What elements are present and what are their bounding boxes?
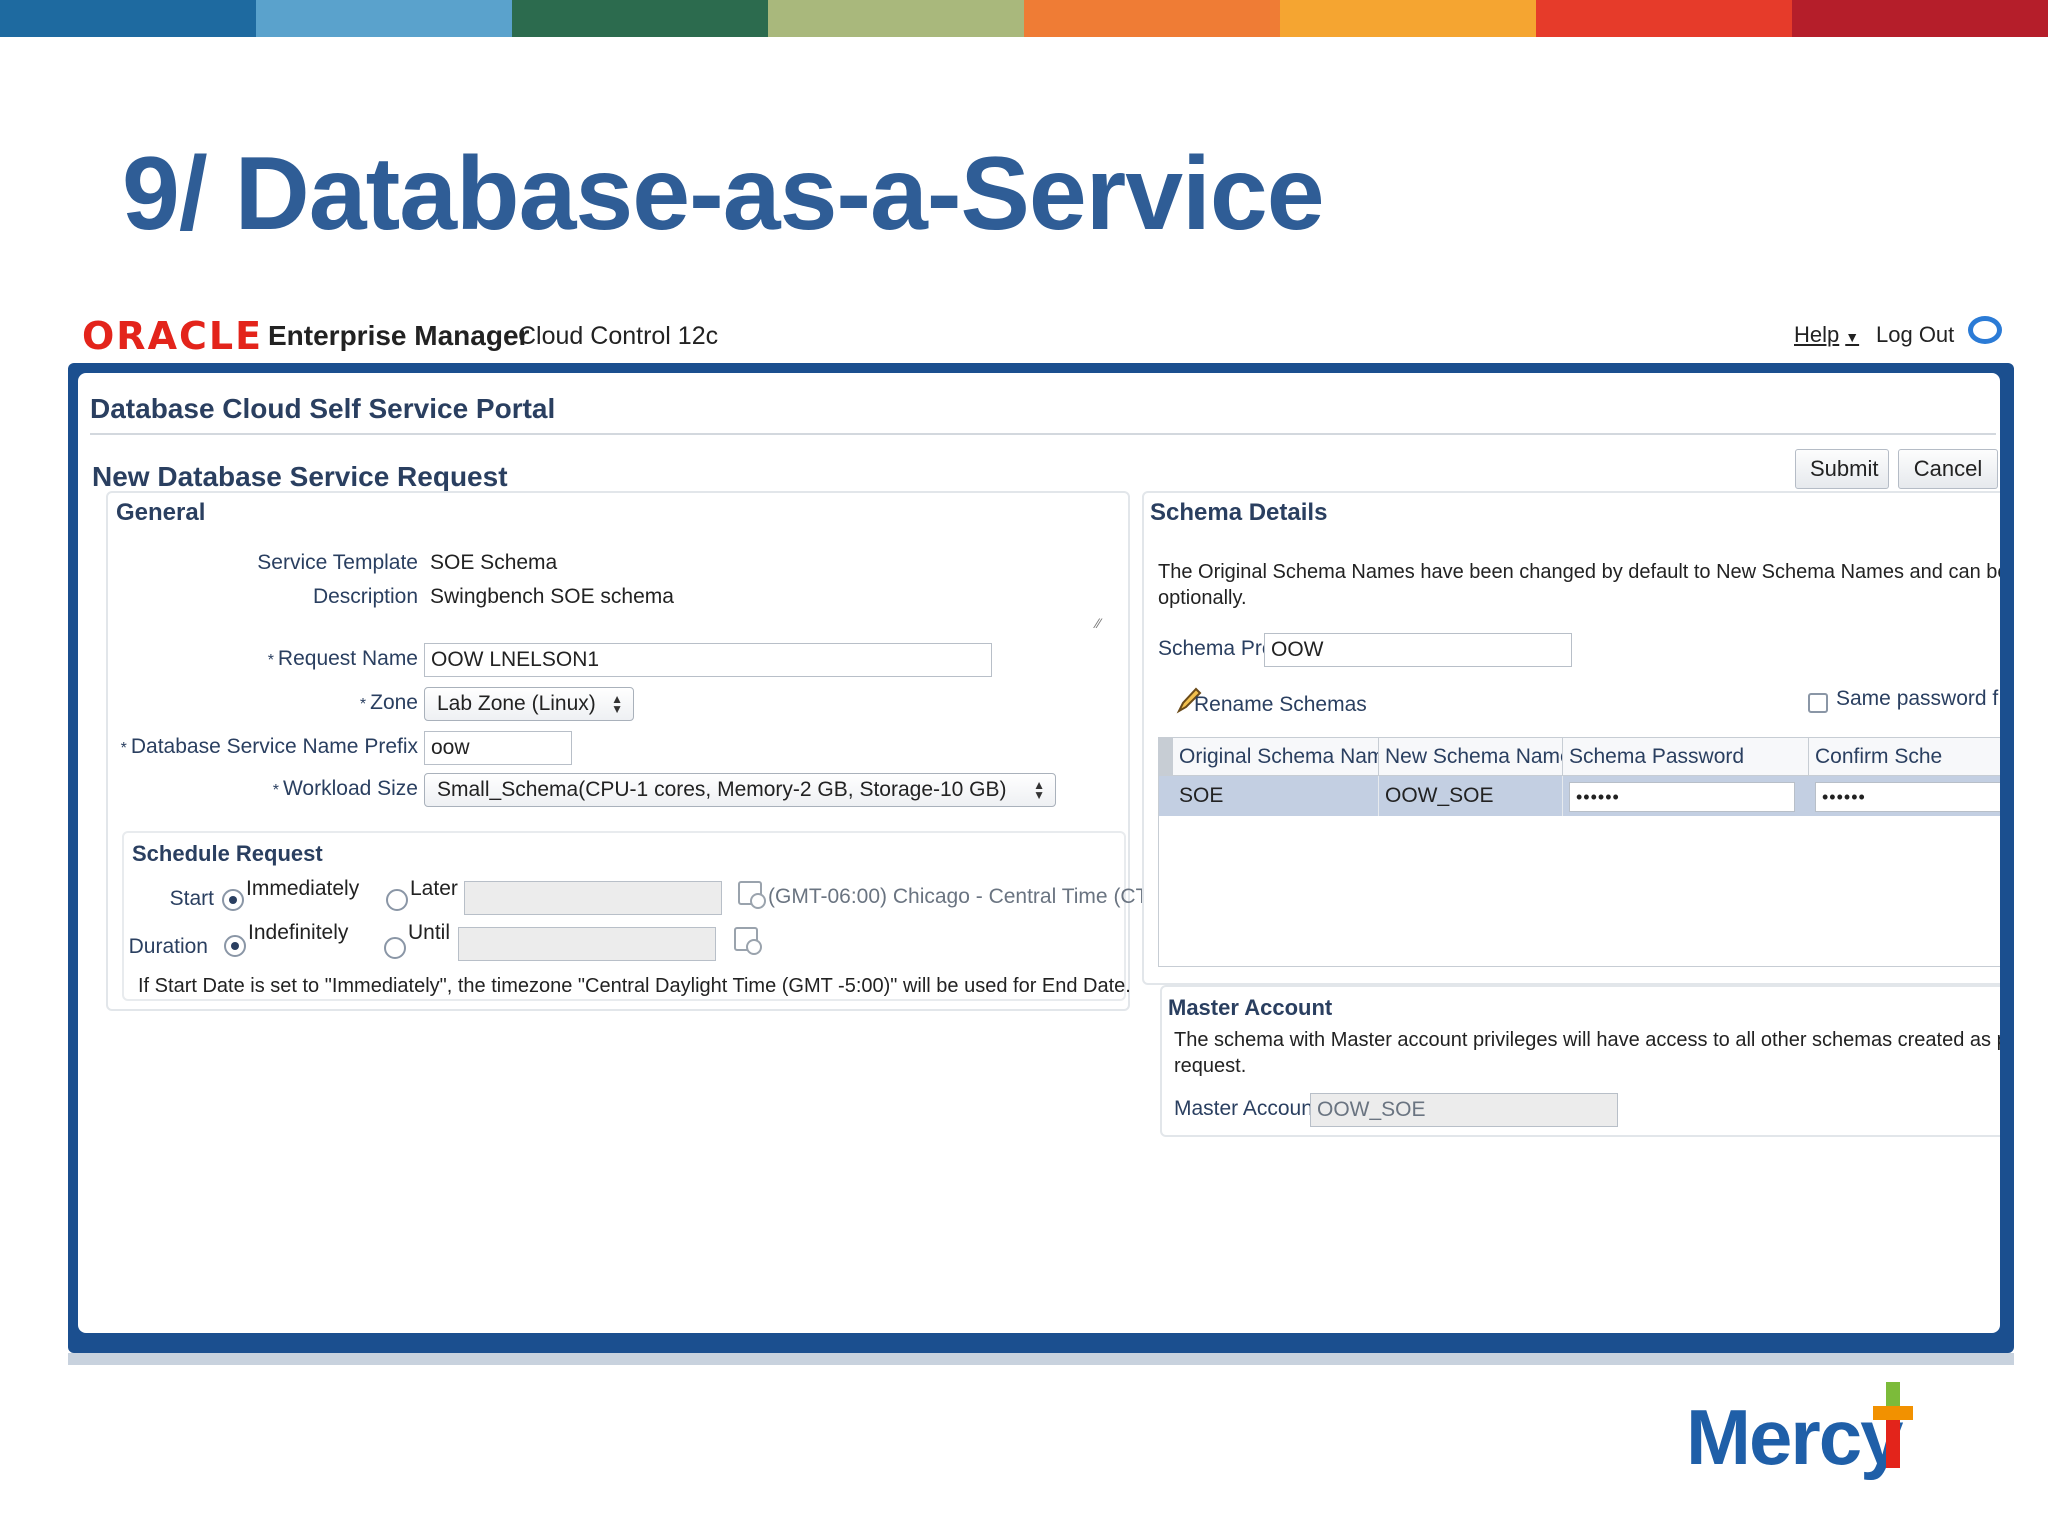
- color-segment: [1024, 0, 1280, 37]
- new-schema-cell[interactable]: OOW_SOE: [1379, 776, 1563, 816]
- original-schema-cell: SOE: [1173, 776, 1379, 816]
- indefinitely-label: Indefinitely: [248, 921, 349, 944]
- schema-prefix-input[interactable]: OOW: [1264, 633, 1572, 667]
- submit-button[interactable]: Submit: [1795, 449, 1889, 489]
- frame-shadow: [68, 1353, 2014, 1365]
- schema-info-line1: The Original Schema Names have been chan…: [1158, 561, 2000, 583]
- master-info-line1: The schema with Master account privilege…: [1174, 1029, 2000, 1051]
- select-arrows-icon: ▲ ▼: [1033, 778, 1045, 802]
- mercy-logo: Mercy: [1686, 1382, 1946, 1492]
- select-arrows-icon: ▲ ▼: [611, 692, 623, 716]
- end-date-input[interactable]: [458, 927, 716, 961]
- description-label: Description: [312, 585, 418, 608]
- color-segment: [1280, 0, 1536, 37]
- workload-select[interactable]: Small_Schema(CPU-1 cores, Memory-2 GB, S…: [424, 773, 1056, 807]
- portal-title: Database Cloud Self Service Portal: [90, 393, 556, 424]
- timezone-label: (GMT-06:00) Chicago - Central Time (CT): [768, 885, 1156, 908]
- zone-value: Lab Zone (Linux): [437, 692, 596, 715]
- calendar-icon[interactable]: [738, 881, 766, 909]
- required-icon: *: [267, 652, 274, 669]
- color-segment: [1792, 0, 2048, 37]
- prefix-label: * Database Service Name Prefix: [121, 735, 418, 759]
- oracle-logo: ORACLE: [82, 314, 264, 358]
- same-password-checkbox[interactable]: [1808, 693, 1828, 713]
- required-icon: *: [272, 782, 279, 799]
- zone-label-text: Zone: [370, 691, 418, 714]
- zone-select[interactable]: Lab Zone (Linux) ▲ ▼: [424, 687, 634, 721]
- same-password-label: Same password f: [1836, 687, 1999, 710]
- divider: [90, 433, 1996, 435]
- caret-down-icon: ▼: [1845, 329, 1860, 345]
- schema-details-panel: Schema Details The Original Schema Names…: [1142, 491, 2000, 985]
- schedule-panel: Schedule Request Start Immediately Later…: [122, 831, 1155, 1001]
- resize-handle-icon[interactable]: ⁄⁄: [1096, 615, 1101, 631]
- schema-password-input[interactable]: ••••••: [1569, 782, 1795, 812]
- schema-details-heading: Schema Details: [1150, 499, 1328, 526]
- start-date-input[interactable]: [464, 881, 722, 915]
- logout-link[interactable]: Log Out: [1876, 322, 1954, 348]
- cross-icon: [1873, 1382, 1913, 1468]
- color-segment: [1536, 0, 1792, 37]
- zone-label: * Zone: [360, 691, 418, 715]
- cancel-button[interactable]: Cancel: [1898, 449, 1998, 489]
- color-segment: [512, 0, 768, 37]
- em-frame: Database Cloud Self Service Portal New D…: [68, 363, 2014, 1353]
- color-segment: [768, 0, 1024, 37]
- general-heading: General: [116, 499, 206, 526]
- service-template-label: Service Template: [257, 551, 418, 574]
- duration-label: Duration: [128, 935, 208, 958]
- until-label: Until: [408, 921, 451, 944]
- product-subtitle: Cloud Control 12c: [518, 322, 719, 350]
- product-name: Enterprise Manager: [268, 320, 530, 351]
- slide-title: 9/ Database-as-a-Service: [122, 136, 1325, 252]
- portal-page: Database Cloud Self Service Portal New D…: [78, 373, 2000, 1333]
- master-account-heading: Master Account: [1168, 995, 1333, 1020]
- description-value: Swingbench SOE schema: [430, 585, 674, 608]
- required-icon: *: [359, 696, 367, 713]
- mercy-wordmark: Mercy: [1686, 1393, 1903, 1481]
- em-header: ORACLE Enterprise Manager Cloud Control …: [68, 312, 2013, 362]
- request-name-input[interactable]: OOW LNELSON1: [424, 643, 992, 677]
- top-color-bar: [0, 0, 2048, 37]
- workload-value: Small_Schema(CPU-1 cores, Memory-2 GB, S…: [437, 778, 1007, 801]
- schedule-heading: Schedule Request: [132, 841, 323, 866]
- rename-schemas-link[interactable]: Rename Schemas: [1194, 693, 1367, 717]
- master-account-input: OOW_SOE: [1310, 1093, 1618, 1127]
- prefix-label-text: Database Service Name Prefix: [130, 735, 418, 758]
- required-icon: *: [120, 740, 127, 757]
- workload-label: * Workload Size: [273, 777, 418, 801]
- prefix-input[interactable]: oow: [424, 731, 572, 765]
- schedule-note: If Start Date is set to "Immediately", t…: [138, 975, 1131, 997]
- service-template-value: SOE Schema: [430, 551, 558, 574]
- column-header[interactable]: New Schema Name: [1379, 738, 1563, 776]
- color-segment: [256, 0, 512, 37]
- immediately-label: Immediately: [246, 877, 360, 900]
- column-header[interactable]: Original Schema Name: [1173, 738, 1379, 776]
- column-header[interactable]: Schema Password: [1563, 738, 1809, 776]
- schema-table: Original Schema Name New Schema Name Sch…: [1158, 737, 2000, 967]
- master-account-panel: Master Account The schema with Master ac…: [1160, 985, 2000, 1137]
- later-label: Later: [410, 877, 458, 900]
- oracle-ring-icon: [1968, 316, 2002, 344]
- request-name-label: * Request Name: [268, 647, 418, 671]
- master-info-line2: request.: [1174, 1055, 1247, 1077]
- start-later-radio[interactable]: [386, 889, 408, 911]
- master-account-label: Master Account: [1174, 1097, 1319, 1120]
- column-header[interactable]: Confirm Sche: [1809, 738, 2000, 776]
- duration-until-radio[interactable]: [384, 937, 406, 959]
- request-name-label-text: Request Name: [277, 647, 418, 670]
- request-title: New Database Service Request: [92, 461, 508, 492]
- confirm-password-input[interactable]: ••••••: [1815, 782, 2000, 812]
- color-segment: [0, 0, 256, 37]
- help-menu[interactable]: Help ▼: [1794, 322, 1859, 348]
- general-panel: General Service Template SOE Schema Desc…: [106, 491, 1155, 1011]
- help-label: Help: [1794, 322, 1840, 347]
- start-immediately-radio[interactable]: [222, 889, 244, 911]
- workload-label-text: Workload Size: [282, 777, 418, 800]
- schema-info-line2: optionally.: [1158, 587, 1247, 609]
- calendar-icon[interactable]: [734, 927, 762, 955]
- start-label: Start: [169, 887, 214, 910]
- duration-indefinitely-radio[interactable]: [224, 935, 246, 957]
